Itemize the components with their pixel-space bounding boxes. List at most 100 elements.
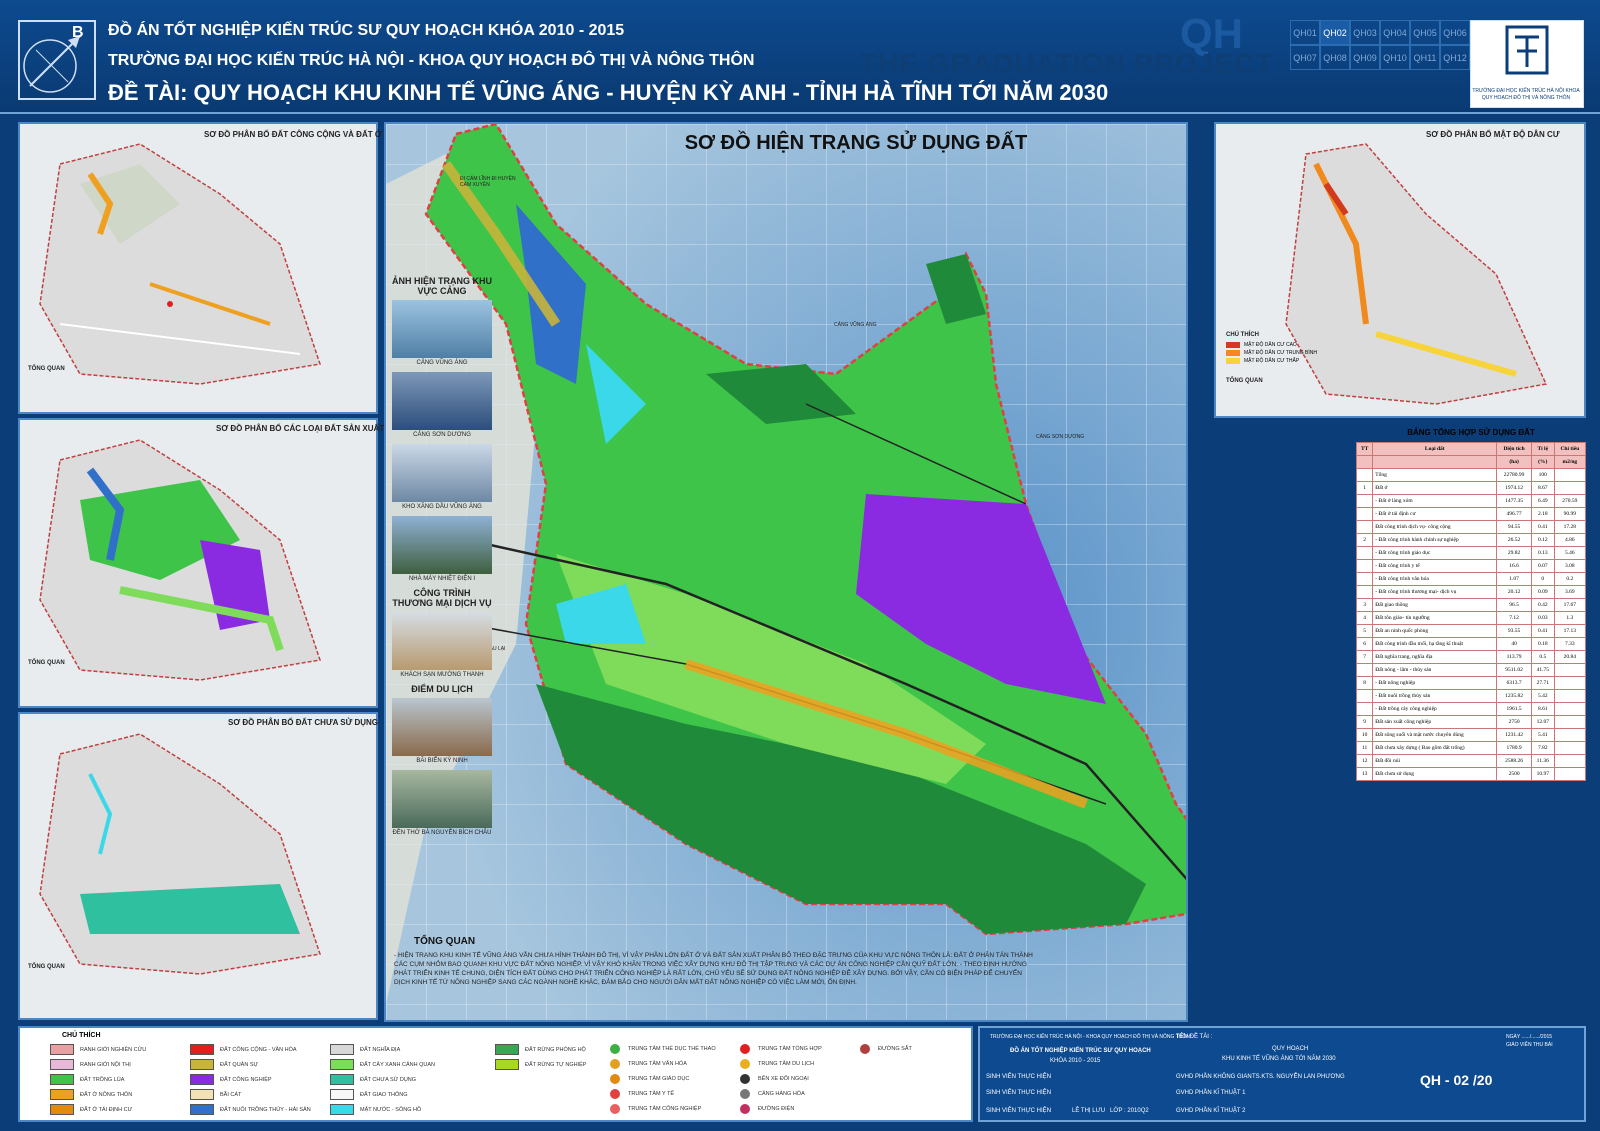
sheet-tab-qh09[interactable]: QH09 bbox=[1350, 45, 1380, 70]
photo-column: ẢNH HIỆN TRẠNG KHU VỰC CẢNG CẢNG VŨNG ÁN… bbox=[392, 270, 492, 842]
table-cell bbox=[1553, 754, 1587, 768]
legend-item: ĐẤT TRỒNG LÚA bbox=[50, 1074, 124, 1085]
table-cell: 27.71 bbox=[1530, 676, 1555, 690]
photo-vung-ang bbox=[392, 300, 492, 358]
table-cell: 6.49 bbox=[1530, 494, 1555, 508]
sheet-tab-qh05[interactable]: QH05 bbox=[1410, 20, 1440, 45]
legend-symbol-icon bbox=[740, 1104, 750, 1114]
photo-son-duong bbox=[392, 372, 492, 430]
table-cell bbox=[1553, 676, 1587, 690]
legend-label: RANH GIỚI NỘI THỊ bbox=[80, 1061, 131, 1068]
table-cell: 5 bbox=[1355, 624, 1374, 638]
table-cell: Đất công trình dịch vụ- công cộng bbox=[1372, 520, 1498, 534]
legend-label: ĐẤT QUÂN SỰ bbox=[220, 1061, 259, 1068]
sheet-tab-qh06[interactable]: QH06 bbox=[1440, 20, 1470, 45]
table-cell: 0.42 bbox=[1530, 598, 1555, 612]
table-cell: 12.07 bbox=[1530, 715, 1555, 729]
table-header: Diện tích bbox=[1496, 442, 1532, 456]
legend-item: ĐẤT CHƯA SỬ DỤNG bbox=[330, 1074, 416, 1085]
photo-oil-depot bbox=[392, 444, 492, 502]
table-cell: 0.41 bbox=[1530, 624, 1555, 638]
table-units-row: (ha) (%) m2/ng bbox=[1355, 455, 1587, 469]
info-school: TRƯỜNG ĐẠI HỌC KIẾN TRÚC HÀ NỘI - KHOA Q… bbox=[990, 1034, 1190, 1040]
sheet-tab-qh08[interactable]: QH08 bbox=[1320, 45, 1350, 70]
sheet-tab-qh04[interactable]: QH04 bbox=[1380, 20, 1410, 45]
table-row: - Đất công trình văn hóa 1.07 0 0.2 bbox=[1355, 572, 1587, 586]
legend-swatch bbox=[330, 1059, 354, 1070]
table-cell: Đất giao thông bbox=[1372, 598, 1498, 612]
density-legend-item: MẬT ĐỘ DÂN CƯ CAO bbox=[1226, 342, 1317, 348]
table-cell: 90.99 bbox=[1553, 507, 1587, 521]
school-emblem-icon bbox=[1505, 25, 1549, 75]
table-cell: 100 bbox=[1530, 468, 1555, 482]
legend-label: ĐẤT Ở TÁI ĐỊNH CƯ bbox=[80, 1106, 133, 1113]
table-cell bbox=[1355, 520, 1374, 534]
table-cell: 0.2 bbox=[1553, 572, 1587, 586]
table-row: 13 Đất chưa sử dụng 2500 10.97 bbox=[1355, 767, 1587, 781]
legend-item: ĐẤT CÂY XANH CẢNH QUAN bbox=[330, 1059, 435, 1070]
table-row: 11 Đất chưa xây dựng ( Bao gồm đất trống)… bbox=[1355, 741, 1587, 755]
panel-note-title: TỔNG QUAN bbox=[1226, 378, 1263, 384]
table-cell bbox=[1553, 728, 1587, 742]
legend-swatch bbox=[50, 1089, 74, 1100]
table-row: 4 Đất tôn giáo- tín ngưỡng 7.12 0.03 1.3 bbox=[1355, 611, 1587, 625]
legend-swatch bbox=[190, 1074, 214, 1085]
photo-caption: KHÁCH SẠN MƯỜNG THANH bbox=[400, 672, 484, 678]
info-topic2: KHU KINH TẾ VŨNG ÁNG TỚI NĂM 2030 bbox=[1222, 1056, 1336, 1062]
legend-label: ĐẤT Ở NÔNG THÔN bbox=[80, 1091, 133, 1098]
table-row: 2- Đất công trình hành chính sự nghiệp 26… bbox=[1355, 533, 1587, 547]
table-cell bbox=[1355, 663, 1374, 677]
table-cell: 1235.82 bbox=[1496, 689, 1532, 703]
sheet-tab-qh12[interactable]: QH12 bbox=[1440, 45, 1470, 70]
mini-map-production bbox=[20, 420, 376, 706]
sheet-tab-qh01[interactable]: QH01 bbox=[1290, 20, 1320, 45]
legend-symbol-icon bbox=[610, 1074, 620, 1084]
table-cell bbox=[1553, 702, 1587, 716]
table-cell: - Đất công trình văn hóa bbox=[1372, 572, 1498, 586]
legend-label: RANH GIỚI NGHIÊN CỨU bbox=[80, 1046, 147, 1053]
density-swatch bbox=[1226, 342, 1240, 348]
info-student-label-2: SINH VIÊN THỰC HIỆN bbox=[986, 1090, 1052, 1096]
table-cell: 5.42 bbox=[1530, 689, 1555, 703]
table-cell: 7.12 bbox=[1496, 611, 1532, 625]
legend-symbol-icon bbox=[610, 1044, 620, 1054]
table-cell: Đất đồi núi bbox=[1372, 754, 1498, 768]
table-header: Loại đất bbox=[1372, 442, 1498, 456]
table-cell: Đất nghĩa trang, nghĩa địa bbox=[1372, 650, 1498, 664]
table-header: TT bbox=[1355, 442, 1374, 456]
table-cell: 2750 bbox=[1496, 715, 1532, 729]
overview-text: - HIỆN TRẠNG KHU KINH TẾ VŨNG ÁNG VẪN CH… bbox=[394, 952, 1033, 986]
legend-swatch bbox=[330, 1104, 354, 1115]
table-cell bbox=[1355, 702, 1374, 716]
sheet-tab-qh03[interactable]: QH03 bbox=[1350, 20, 1380, 45]
legend-icon-item: ĐƯỜNG ĐIỆN bbox=[740, 1104, 794, 1114]
legend-label: BÃI CÁT bbox=[220, 1091, 242, 1098]
legend-swatch bbox=[495, 1059, 519, 1070]
legend-label: ĐƯỜNG SẮT bbox=[878, 1046, 912, 1052]
table-cell: 8.67 bbox=[1530, 481, 1555, 495]
table-cell: 8.61 bbox=[1530, 702, 1555, 716]
table-cell: 10.97 bbox=[1530, 767, 1555, 781]
photos-title: ẢNH HIỆN TRẠNG KHU VỰC CẢNG bbox=[392, 276, 492, 296]
sheet-tab-qh11[interactable]: QH11 bbox=[1410, 45, 1440, 70]
table-cell: 20.84 bbox=[1553, 650, 1587, 664]
table-cell: - Đất ở làng xóm bbox=[1372, 494, 1498, 508]
table-cell: 0.13 bbox=[1530, 546, 1555, 560]
table-cell bbox=[1355, 468, 1374, 482]
legend-icon-item: TRUNG TÂM Y TẾ bbox=[610, 1089, 674, 1099]
info-class: LỚP : 2010Q2 bbox=[1110, 1108, 1149, 1114]
sheet-tab-qh02[interactable]: QH02 bbox=[1320, 20, 1350, 45]
legend-swatch bbox=[50, 1104, 74, 1115]
info-date: NGÀY ....../....../2015 bbox=[1506, 1034, 1553, 1040]
sheet-tab-qh07[interactable]: QH07 bbox=[1290, 45, 1320, 70]
table-cell: 3.69 bbox=[1553, 585, 1587, 599]
density-legend-label: MẬT ĐỘ DÂN CƯ TRUNG BÌNH bbox=[1244, 350, 1317, 356]
sheet-tab-qh10[interactable]: QH10 bbox=[1380, 45, 1410, 70]
density-legend-label: MẬT ĐỘ DÂN CƯ CAO bbox=[1244, 342, 1297, 348]
table-cell: 0.03 bbox=[1530, 611, 1555, 625]
table-row: 7 Đất nghĩa trang, nghĩa địa 113.79 0.5 20.8… bbox=[1355, 650, 1587, 664]
table-cell bbox=[1553, 481, 1587, 495]
table-cell: 9 bbox=[1355, 715, 1374, 729]
table-header: Tỉ lệ bbox=[1530, 442, 1555, 456]
legend-item: BÃI CÁT bbox=[190, 1089, 241, 1100]
